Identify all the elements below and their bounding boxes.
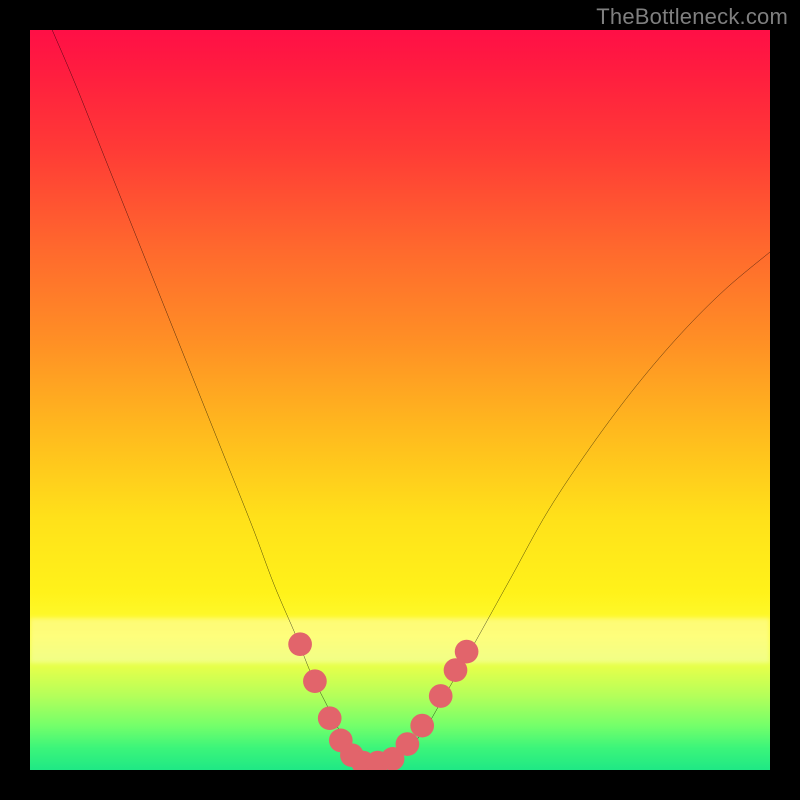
- curve-marker: [455, 640, 479, 664]
- watermark-text: TheBottleneck.com: [596, 4, 788, 30]
- curve-marker: [410, 714, 434, 738]
- curve-marker: [288, 632, 312, 656]
- curve-layer: [30, 30, 770, 770]
- bottleneck-curve: [52, 30, 770, 764]
- marker-group: [288, 632, 478, 770]
- curve-marker: [429, 684, 453, 708]
- plot-area: [30, 30, 770, 770]
- curve-marker: [303, 669, 327, 693]
- curve-marker: [318, 706, 342, 730]
- curve-marker: [396, 732, 420, 756]
- chart-frame: TheBottleneck.com: [0, 0, 800, 800]
